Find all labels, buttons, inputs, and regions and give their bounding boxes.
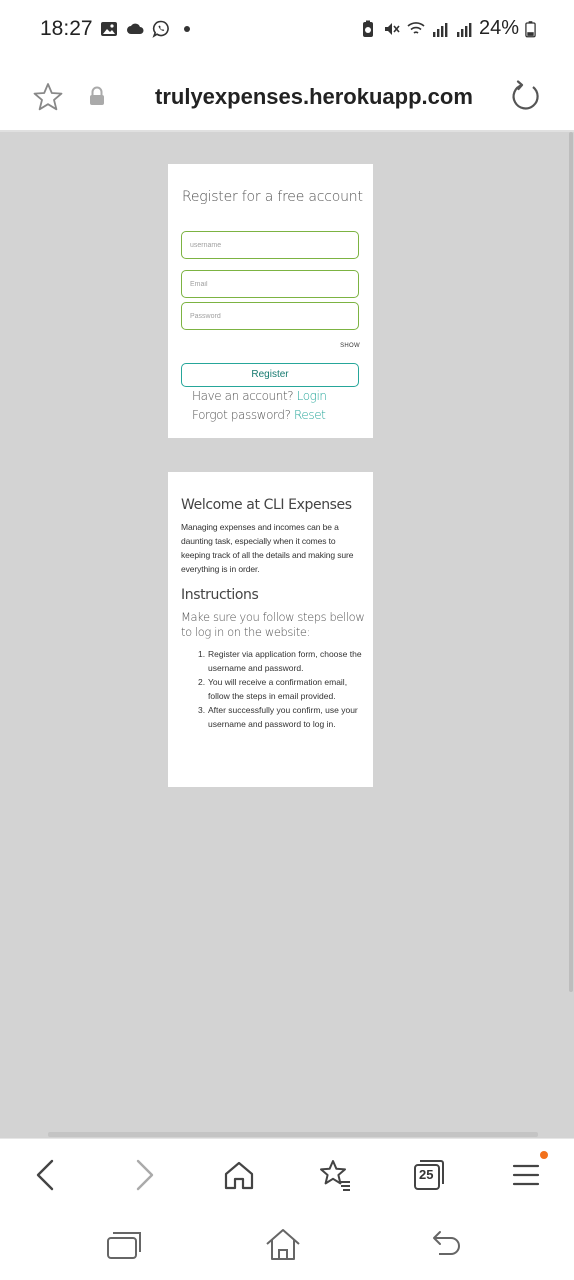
reload-icon[interactable] — [510, 80, 542, 112]
page-viewport[interactable]: Register for a free account SHOW Registe… — [0, 132, 574, 1138]
instructions-title: Instructions — [181, 587, 259, 603]
password-input[interactable] — [181, 302, 359, 330]
tabs-button[interactable]: 25 — [411, 1157, 447, 1193]
viber-icon — [152, 20, 169, 38]
gallery-icon — [101, 22, 117, 36]
welcome-card: Welcome at CLI Expenses Managing expense… — [168, 472, 373, 787]
list-item: 1. Register via application form, choose … — [198, 647, 368, 675]
welcome-title: Welcome at CLI Expenses — [181, 497, 352, 513]
battery-percent: 24% — [478, 17, 519, 39]
lock-icon[interactable] — [88, 86, 106, 106]
forward-icon[interactable] — [126, 1157, 162, 1193]
browser-toolbar: 25 — [0, 1132, 574, 1210]
register-title: Register for a free account — [182, 189, 363, 205]
step-number: 3. — [198, 705, 206, 715]
reset-link[interactable]: Reset — [294, 408, 326, 422]
signal-icon — [456, 22, 472, 37]
status-right: 24% — [359, 17, 536, 40]
url-bar: trulyexpenses.herokuapp.com — [0, 60, 574, 132]
cloud-icon — [127, 23, 144, 34]
system-navbar — [0, 1210, 574, 1280]
nav-back-icon[interactable] — [425, 1226, 465, 1262]
list-item: 3. After successfully you confirm, use yo… — [198, 703, 368, 731]
star-icon[interactable] — [32, 82, 64, 112]
email-input[interactable] — [181, 270, 359, 298]
tab-count: 25 — [419, 1167, 434, 1182]
wifi-icon — [407, 21, 425, 34]
status-time: 18:27 — [40, 17, 93, 40]
bookmarks-icon[interactable] — [317, 1157, 353, 1193]
home-icon[interactable] — [221, 1157, 257, 1193]
step-text: Register via application form, choose th… — [208, 649, 362, 673]
show-password-button[interactable]: SHOW — [340, 343, 360, 349]
instructions-intro: Make sure you follow steps bellow to log… — [181, 610, 365, 639]
vertical-scrollbar[interactable] — [568, 132, 574, 992]
back-icon[interactable] — [28, 1157, 64, 1193]
step-text: After successfully you confirm, use your… — [208, 705, 358, 729]
battery-saver-icon — [362, 20, 373, 37]
step-number: 1. — [198, 649, 206, 659]
menu-icon — [512, 1164, 540, 1186]
horizontal-scrollbar[interactable] — [48, 1132, 538, 1137]
status-left-icons — [100, 20, 196, 38]
have-account-text: Have an account? — [192, 389, 297, 403]
mute-icon — [384, 22, 400, 35]
register-button[interactable]: Register — [181, 363, 359, 387]
register-card: Register for a free account SHOW Registe… — [168, 164, 373, 438]
list-item: 2. You will receive a confirmation email,… — [198, 675, 368, 703]
menu-button[interactable] — [508, 1151, 548, 1193]
instructions-list: 1. Register via application form, choose … — [198, 647, 368, 731]
step-text: You will receive a confirmation email, f… — [208, 677, 348, 701]
recent-apps-icon[interactable] — [104, 1226, 144, 1262]
nav-home-icon[interactable] — [263, 1226, 303, 1262]
scrollbar-thumb[interactable] — [569, 132, 573, 992]
forgot-password-text: Forgot password? — [192, 408, 294, 422]
battery-icon — [525, 20, 536, 37]
notification-dot — [540, 1151, 548, 1159]
welcome-paragraph: Managing expenses and incomes can be a d… — [181, 522, 354, 574]
dot-icon — [184, 26, 190, 32]
forgot-password-line: Forgot password? Reset — [192, 408, 326, 422]
login-link[interactable]: Login — [297, 389, 327, 403]
signal-r-icon — [432, 22, 448, 37]
url-text[interactable]: trulyexpenses.herokuapp.com — [155, 84, 473, 110]
step-number: 2. — [198, 677, 206, 687]
status-bar: 18:27 24% — [0, 0, 574, 60]
have-account-line: Have an account? Login — [192, 389, 327, 403]
username-input[interactable] — [181, 231, 359, 259]
